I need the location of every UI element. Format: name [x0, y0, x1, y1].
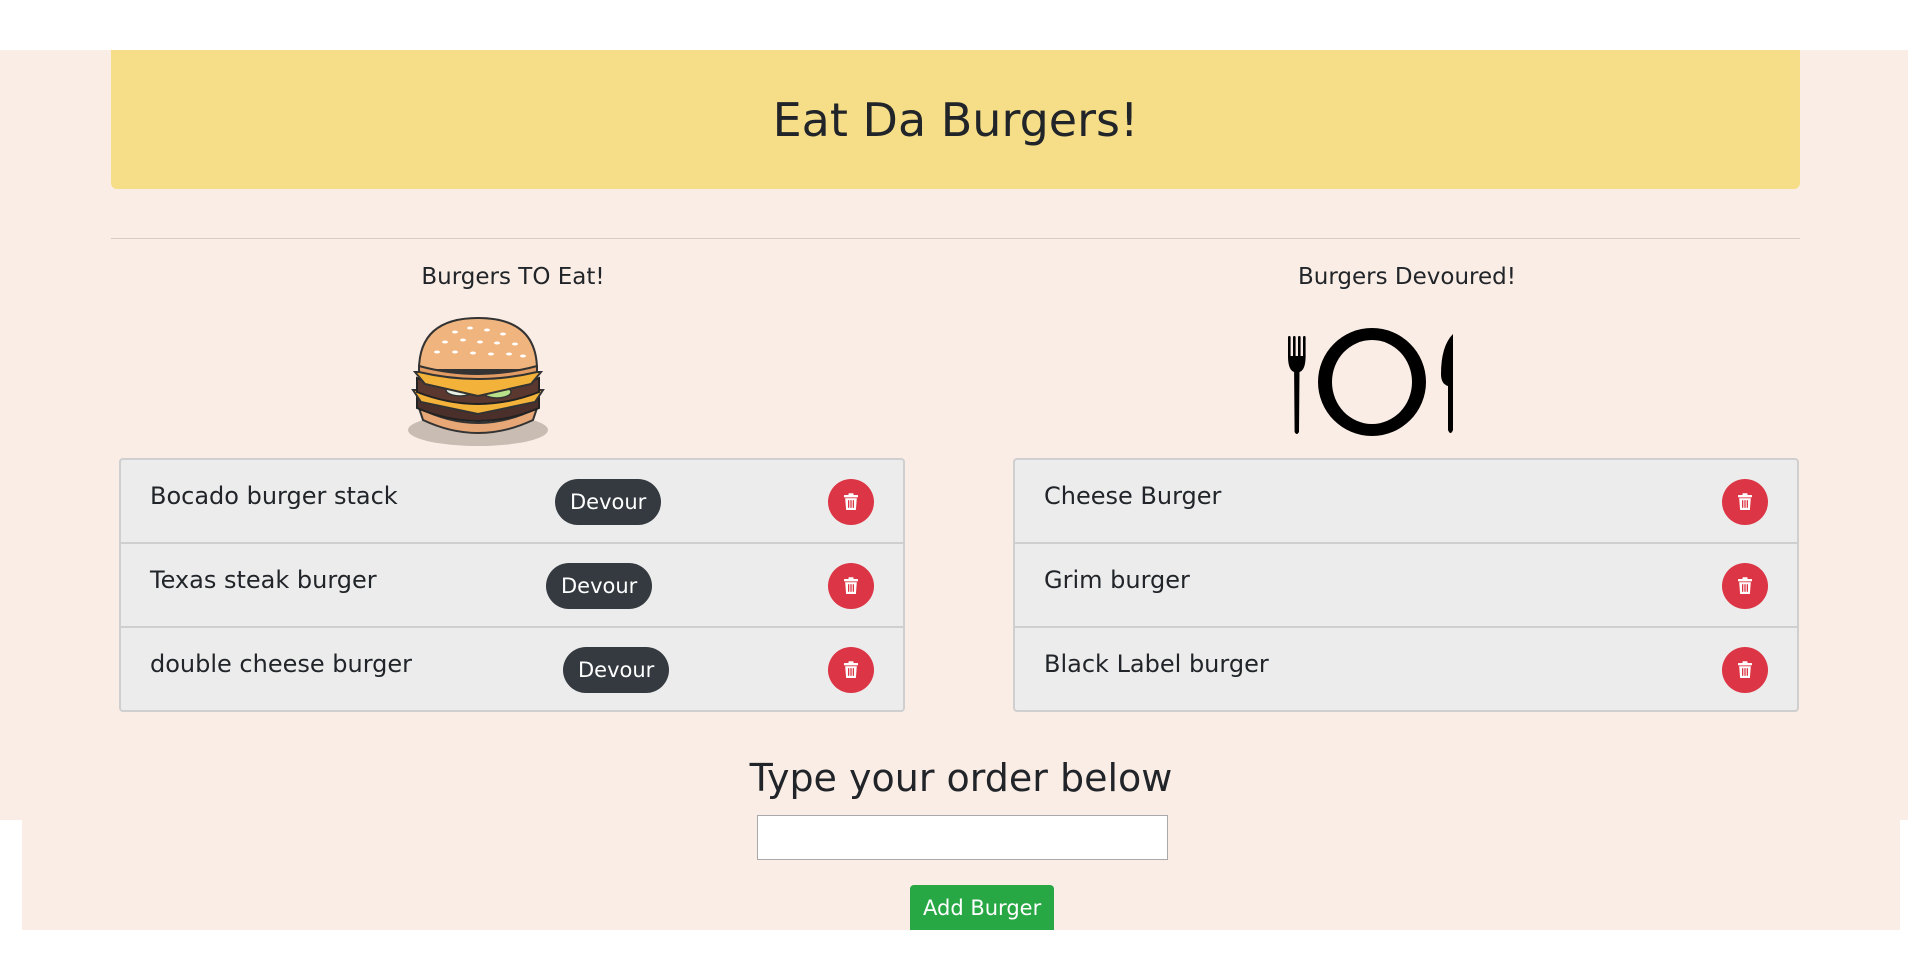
- delete-button[interactable]: [1722, 563, 1768, 609]
- burger-name: Cheese Burger: [1044, 482, 1222, 510]
- list-item: Bocado burger stack Devour: [121, 460, 903, 544]
- order-form-title: Type your order below: [749, 756, 1173, 800]
- delete-button[interactable]: [1722, 479, 1768, 525]
- delete-button[interactable]: [828, 563, 874, 609]
- devoured-list: Cheese Burger Grim burger Black Label bu…: [1013, 458, 1799, 712]
- devour-button[interactable]: Devour: [563, 647, 670, 693]
- header-divider: [111, 238, 1800, 239]
- page-title: Eat Da Burgers!: [772, 92, 1139, 147]
- delete-button[interactable]: [828, 479, 874, 525]
- plate-fork-knife-icon: [1288, 328, 1453, 436]
- trash-icon: [844, 661, 858, 678]
- trash-icon: [1738, 493, 1752, 510]
- burger-name: Black Label burger: [1044, 650, 1269, 678]
- header-banner: Eat Da Burgers!: [111, 50, 1800, 189]
- burger-name: Grim burger: [1044, 566, 1190, 594]
- trash-icon: [844, 493, 858, 510]
- trash-icon: [844, 577, 858, 594]
- burger-name: Texas steak burger: [150, 566, 377, 594]
- trash-icon: [1738, 661, 1752, 678]
- delete-button[interactable]: [828, 647, 874, 693]
- delete-button[interactable]: [1722, 647, 1768, 693]
- to-eat-title: Burgers TO Eat!: [421, 264, 605, 290]
- to-eat-list: Bocado burger stack Devour Texas steak b…: [119, 458, 905, 712]
- burger-name: Bocado burger stack: [150, 482, 398, 510]
- list-item: Grim burger: [1015, 544, 1797, 628]
- burger-name-input[interactable]: [757, 815, 1168, 860]
- burger-name: double cheese burger: [150, 650, 413, 678]
- list-item: Texas steak burger Devour: [121, 544, 903, 628]
- list-item: double cheese burger Devour: [121, 628, 903, 710]
- trash-icon: [1738, 577, 1752, 594]
- list-item: Black Label burger: [1015, 628, 1797, 710]
- devour-button[interactable]: Devour: [546, 563, 653, 609]
- devour-button[interactable]: Devour: [555, 479, 662, 525]
- burger-illustration: [408, 316, 548, 446]
- list-item: Cheese Burger: [1015, 460, 1797, 544]
- devoured-title: Burgers Devoured!: [1298, 264, 1516, 290]
- add-burger-button[interactable]: Add Burger: [910, 885, 1055, 930]
